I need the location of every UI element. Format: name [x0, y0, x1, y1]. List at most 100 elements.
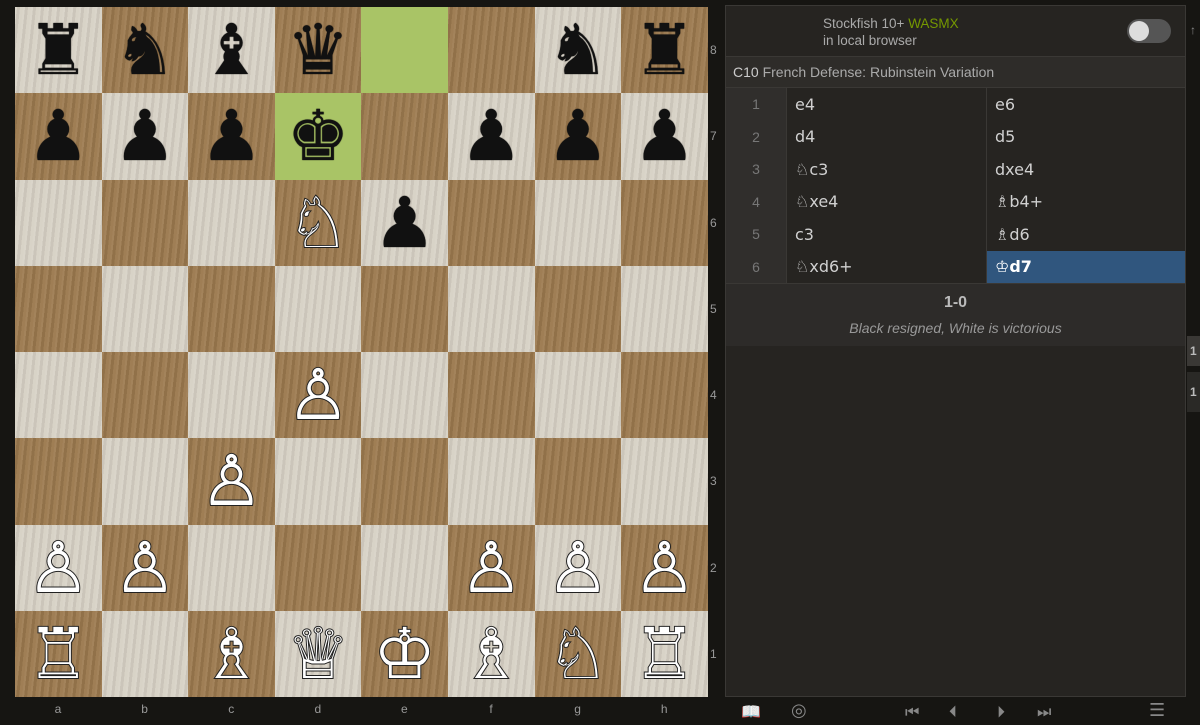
- white-move[interactable]: c3: [787, 218, 986, 251]
- square-e6[interactable]: ♟: [361, 179, 448, 266]
- piece-d7[interactable]: ♚: [287, 101, 350, 171]
- square-e8[interactable]: [361, 7, 448, 94]
- square-g2[interactable]: ♙: [534, 524, 622, 611]
- piece-g7[interactable]: ♟: [546, 101, 609, 171]
- square-b8[interactable]: ♞: [101, 7, 189, 94]
- book-icon[interactable]: 📖: [741, 704, 761, 720]
- square-d4[interactable]: ♙: [274, 352, 362, 439]
- square-c7[interactable]: ♟: [188, 93, 275, 180]
- square-e2[interactable]: [361, 524, 448, 611]
- square-g4[interactable]: [534, 352, 622, 439]
- black-move[interactable]: dxe4: [986, 153, 1185, 186]
- piece-a2[interactable]: ♙: [26, 532, 91, 604]
- piece-b7[interactable]: ♟: [114, 101, 177, 171]
- square-a7[interactable]: ♟: [15, 93, 102, 180]
- square-d5[interactable]: [274, 265, 362, 352]
- square-a6[interactable]: [15, 179, 102, 266]
- piece-c3[interactable]: ♙: [199, 445, 264, 517]
- square-f6[interactable]: [447, 179, 535, 266]
- piece-d4[interactable]: ♙: [286, 359, 351, 431]
- square-b3[interactable]: [101, 438, 189, 525]
- piece-a7[interactable]: ♟: [27, 101, 90, 171]
- square-c6[interactable]: [188, 179, 275, 266]
- square-f1[interactable]: ♗: [447, 610, 535, 697]
- square-c8[interactable]: ♝: [188, 7, 275, 94]
- piece-f7[interactable]: ♟: [460, 101, 523, 171]
- piece-f2[interactable]: ♙: [459, 532, 524, 604]
- black-move[interactable]: ♗b4+: [986, 185, 1185, 218]
- square-h8[interactable]: ♜: [621, 7, 708, 94]
- piece-g2[interactable]: ♙: [545, 532, 610, 604]
- white-move[interactable]: ♘c3: [787, 153, 986, 186]
- piece-e6[interactable]: ♟: [373, 188, 436, 258]
- piece-d1[interactable]: ♕: [286, 618, 351, 690]
- piece-d6[interactable]: ♘: [286, 187, 351, 259]
- square-e7[interactable]: [361, 93, 448, 180]
- piece-a8[interactable]: ♜: [27, 15, 90, 85]
- square-a1[interactable]: ♖: [15, 610, 102, 697]
- square-h7[interactable]: ♟: [621, 93, 708, 180]
- square-d8[interactable]: ♛: [274, 7, 362, 94]
- piece-g8[interactable]: ♞: [546, 15, 609, 85]
- square-b1[interactable]: [101, 610, 189, 697]
- black-move[interactable]: ♗d6: [986, 218, 1185, 251]
- white-move[interactable]: ♘xd6+: [787, 251, 986, 284]
- target-icon[interactable]: ◎: [791, 702, 807, 720]
- menu-icon[interactable]: ☰: [1149, 702, 1165, 720]
- square-f3[interactable]: [447, 438, 535, 525]
- square-b5[interactable]: [101, 265, 189, 352]
- square-g6[interactable]: [534, 179, 622, 266]
- piece-h2[interactable]: ♙: [632, 532, 697, 604]
- square-g8[interactable]: ♞: [534, 7, 622, 94]
- square-a2[interactable]: ♙: [15, 524, 102, 611]
- last-move-icon[interactable]: ⏭: [1037, 704, 1051, 720]
- black-move[interactable]: d5: [986, 120, 1185, 153]
- square-f2[interactable]: ♙: [447, 524, 535, 611]
- piece-g1[interactable]: ♘: [545, 618, 610, 690]
- square-a4[interactable]: [15, 352, 102, 439]
- square-f8[interactable]: [447, 7, 535, 94]
- square-g5[interactable]: [534, 265, 622, 352]
- square-c3[interactable]: ♙: [188, 438, 275, 525]
- square-f4[interactable]: [447, 352, 535, 439]
- piece-b8[interactable]: ♞: [114, 15, 177, 85]
- white-move[interactable]: d4: [787, 121, 986, 154]
- square-e1[interactable]: ♔: [361, 610, 448, 697]
- square-h3[interactable]: [621, 438, 708, 525]
- piece-f1[interactable]: ♗: [459, 618, 524, 690]
- square-b6[interactable]: [101, 179, 189, 266]
- square-d3[interactable]: [274, 438, 362, 525]
- piece-h1[interactable]: ♖: [632, 618, 697, 690]
- square-h5[interactable]: [621, 265, 708, 352]
- piece-c1[interactable]: ♗: [199, 618, 264, 690]
- white-move[interactable]: e4: [787, 88, 986, 121]
- piece-a1[interactable]: ♖: [26, 618, 91, 690]
- piece-e1[interactable]: ♔: [372, 618, 437, 690]
- square-h4[interactable]: [621, 352, 708, 439]
- square-d7[interactable]: ♚: [274, 93, 362, 180]
- square-d6[interactable]: ♘: [274, 179, 362, 266]
- square-d1[interactable]: ♕: [274, 610, 362, 697]
- square-h6[interactable]: [621, 179, 708, 266]
- sliver-tab-1[interactable]: 1: [1187, 336, 1200, 366]
- square-e5[interactable]: [361, 265, 448, 352]
- square-d2[interactable]: [274, 524, 362, 611]
- sliver-tab-2[interactable]: 1: [1187, 372, 1200, 412]
- black-move[interactable]: e6: [986, 88, 1185, 121]
- black-move[interactable]: ♔d7: [986, 250, 1185, 283]
- white-move[interactable]: ♘xe4: [787, 186, 986, 219]
- piece-h7[interactable]: ♟: [633, 101, 696, 171]
- square-f7[interactable]: ♟: [447, 93, 535, 180]
- square-c4[interactable]: [188, 352, 275, 439]
- square-b4[interactable]: [101, 352, 189, 439]
- square-a5[interactable]: [15, 265, 102, 352]
- piece-b2[interactable]: ♙: [113, 532, 178, 604]
- square-e3[interactable]: [361, 438, 448, 525]
- square-a3[interactable]: [15, 438, 102, 525]
- piece-d8[interactable]: ♛: [287, 15, 350, 85]
- square-g3[interactable]: [534, 438, 622, 525]
- square-c1[interactable]: ♗: [188, 610, 275, 697]
- square-g1[interactable]: ♘: [534, 610, 622, 697]
- piece-c7[interactable]: ♟: [200, 101, 263, 171]
- square-c5[interactable]: [188, 265, 275, 352]
